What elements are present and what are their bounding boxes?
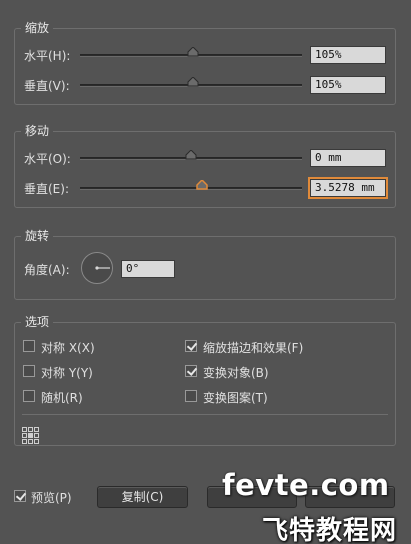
mirror-y-label: 对称 Y(Y) <box>41 366 93 380</box>
angle-field[interactable]: 0° <box>121 260 175 278</box>
move-vertical-slider[interactable] <box>80 187 302 190</box>
rotate-legend: 旋转 <box>21 227 54 244</box>
move-horizontal-label: 水平(O): <box>24 152 71 166</box>
scale-strokes-checkbox[interactable] <box>185 340 197 352</box>
mirror-x-checkbox[interactable] <box>23 340 35 352</box>
move-legend: 移动 <box>21 122 54 139</box>
move-vertical-label: 垂直(E): <box>24 182 69 196</box>
watermark-brand: fevte.com <box>222 468 390 502</box>
reference-point-icon[interactable] <box>22 427 39 444</box>
scale-vertical-field[interactable]: 105% <box>310 76 386 94</box>
watermark-site-cn: 飞特教程网 <box>262 516 398 544</box>
preview-label: 预览(P) <box>31 491 72 505</box>
angle-label: 角度(A): <box>24 263 70 277</box>
preview-checkbox[interactable] <box>14 490 26 502</box>
transform-objects-label: 变换对象(B) <box>203 366 269 380</box>
move-vertical-field[interactable]: 3.5278 mm <box>308 177 388 199</box>
mirror-x-label: 对称 X(X) <box>41 341 95 355</box>
move-horizontal-field[interactable]: 0 mm <box>310 149 386 167</box>
angle-dial[interactable] <box>80 251 114 285</box>
transform-objects-checkbox[interactable] <box>185 365 197 377</box>
copy-button[interactable]: 复制(C) <box>97 486 188 508</box>
scale-legend: 缩放 <box>21 19 54 36</box>
random-label: 随机(R) <box>41 391 83 405</box>
transform-patterns-label: 变换图案(T) <box>203 391 268 405</box>
mirror-y-checkbox[interactable] <box>23 365 35 377</box>
scale-horizontal-field[interactable]: 105% <box>310 46 386 64</box>
random-checkbox[interactable] <box>23 390 35 402</box>
scale-strokes-label: 缩放描边和效果(F) <box>203 341 304 355</box>
rotate-group: 旋转 <box>14 227 396 300</box>
options-legend: 选项 <box>21 313 54 330</box>
transform-patterns-checkbox[interactable] <box>185 390 197 402</box>
scale-horizontal-label: 水平(H): <box>24 49 71 63</box>
scale-vertical-label: 垂直(V): <box>24 79 70 93</box>
options-divider <box>22 414 388 415</box>
